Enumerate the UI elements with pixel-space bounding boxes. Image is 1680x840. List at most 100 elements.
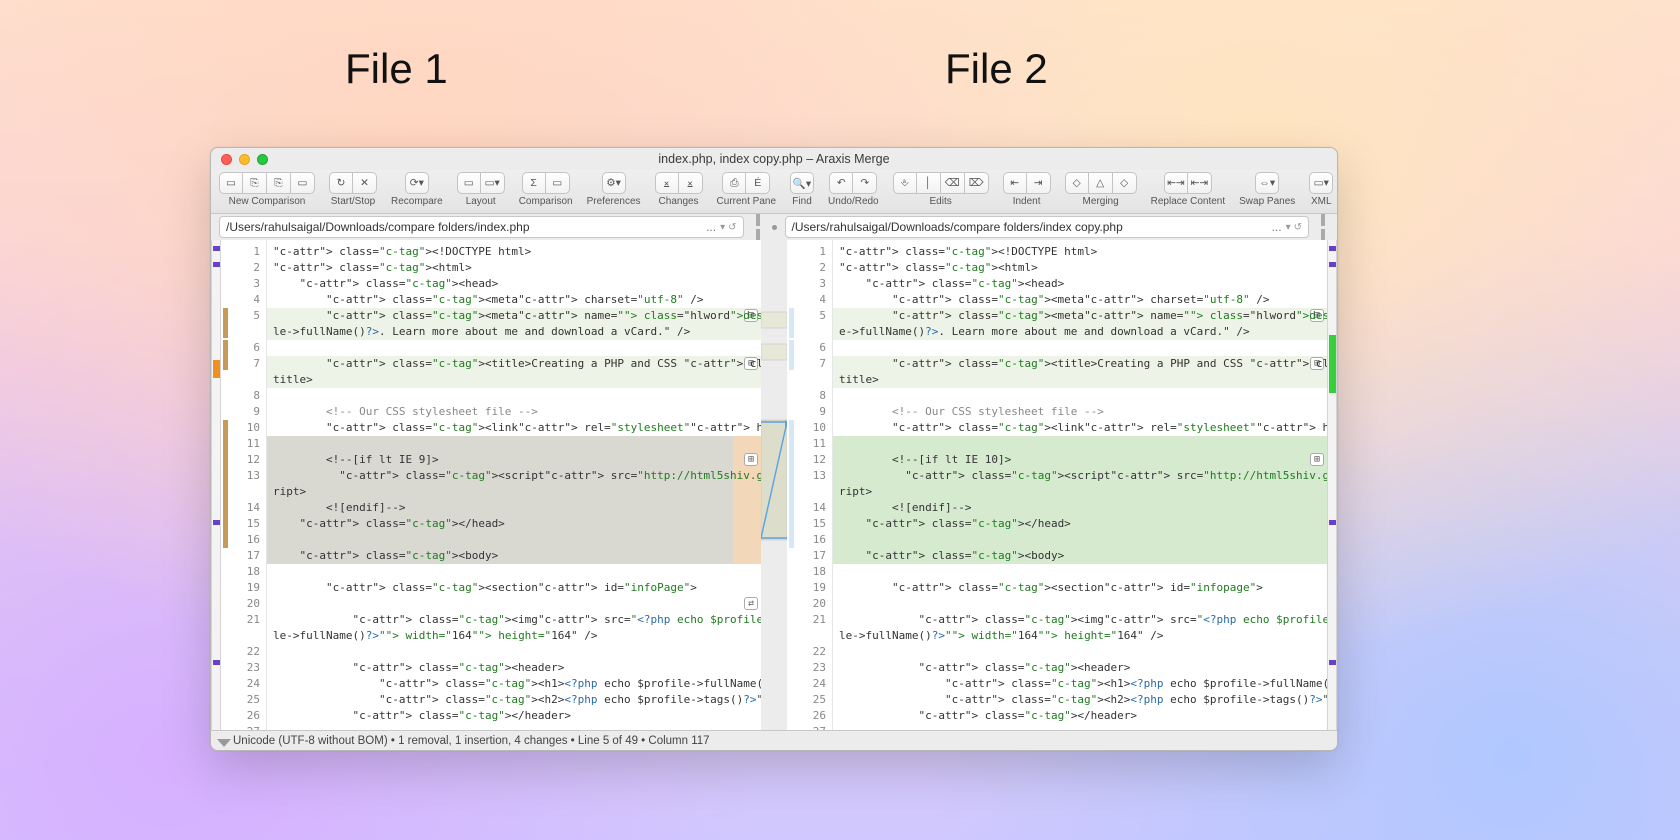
merging-button-1[interactable]: △ bbox=[1089, 172, 1113, 194]
code-line[interactable]: "c-attr"> class="c-tag"><meta"c-attr"> c… bbox=[267, 292, 761, 308]
code-line[interactable]: "c-attr"> class="c-tag"></head> bbox=[833, 516, 1327, 532]
code-line[interactable]: <!--[if lt IE 9]> bbox=[267, 452, 761, 468]
code-line[interactable]: "c-attr"> class="c-tag"><script"c-attr">… bbox=[833, 468, 1327, 484]
comparison-button-1[interactable]: ▭ bbox=[546, 172, 570, 194]
preferences-button-0[interactable]: ⚙▾ bbox=[602, 172, 626, 194]
gutter-right[interactable]: 1234567891011121314151617181920212223242… bbox=[797, 240, 833, 730]
changes-button-1[interactable]: ⨱ bbox=[679, 172, 703, 194]
code-line[interactable]: "c-attr"> class="c-tag"><meta"c-attr"> n… bbox=[833, 308, 1327, 324]
code-line[interactable] bbox=[833, 564, 1327, 580]
changes-button-0[interactable]: ⨱ bbox=[655, 172, 679, 194]
code-line[interactable]: "c-attr"> class="c-tag"><header> bbox=[833, 660, 1327, 676]
code-line[interactable]: <!-- Our CSS stylesheet file --> bbox=[833, 404, 1327, 420]
new-comparison-button-1[interactable]: ⎘ bbox=[243, 172, 267, 194]
disclosure-icon[interactable] bbox=[217, 739, 231, 747]
code-line[interactable]: "c-attr"> class="c-tag"><head> bbox=[833, 276, 1327, 292]
code-line[interactable] bbox=[267, 644, 761, 660]
history-icon[interactable]: ↺ bbox=[728, 222, 736, 233]
code-line[interactable]: "c-attr"> class="c-tag"><section"c-attr"… bbox=[833, 580, 1327, 596]
change-marker-left[interactable] bbox=[221, 240, 231, 730]
left-path-ellipsis[interactable]: ... bbox=[706, 220, 716, 234]
undo-redo-button-1[interactable]: ↷ bbox=[853, 172, 877, 194]
code-line[interactable]: "c-attr"> class="c-tag"><body> bbox=[267, 548, 761, 564]
code-line[interactable]: "c-attr"> class="c-tag"><h1><?php echo $… bbox=[833, 676, 1327, 692]
edits-button-1[interactable]: │ bbox=[917, 172, 941, 194]
code-line[interactable] bbox=[833, 388, 1327, 404]
code-line[interactable]: "c-attr"> class="c-tag"><link"c-attr"> r… bbox=[267, 420, 761, 436]
code-line[interactable]: "c-attr"> class="c-tag"><header> bbox=[267, 660, 761, 676]
code-line[interactable]: title> bbox=[267, 372, 761, 388]
right-path-ellipsis[interactable]: ... bbox=[1272, 220, 1282, 234]
link-handle[interactable] bbox=[1317, 214, 1329, 241]
code-line[interactable]: "c-attr"> class="c-tag"><link"c-attr"> r… bbox=[833, 420, 1327, 436]
code-line[interactable]: "c-attr"> class="c-tag"><html> bbox=[833, 260, 1327, 276]
undo-redo-button-0[interactable]: ↶ bbox=[829, 172, 853, 194]
code-line[interactable]: "c-attr"> class="c-tag"><!DOCTYPE html> bbox=[267, 244, 761, 260]
code-line[interactable] bbox=[833, 644, 1327, 660]
overview-strip-right-outer[interactable] bbox=[1327, 240, 1337, 730]
code-line[interactable]: ript> bbox=[833, 484, 1327, 500]
code-line[interactable]: <!-- Our CSS stylesheet file --> bbox=[267, 404, 761, 420]
code-line[interactable]: "c-attr"> class="c-tag"><h1><?php echo $… bbox=[267, 676, 761, 692]
code-line[interactable]: <![endif]--> bbox=[833, 500, 1327, 516]
recompare-button-0[interactable]: ⟳▾ bbox=[405, 172, 429, 194]
change-marker-right[interactable] bbox=[787, 240, 797, 730]
edits-button-0[interactable]: ⎀ bbox=[893, 172, 917, 194]
code-line[interactable]: "c-attr"> class="c-tag"><h2><?php echo $… bbox=[267, 692, 761, 708]
code-line[interactable] bbox=[267, 564, 761, 580]
start-stop-button-0[interactable]: ↻ bbox=[329, 172, 353, 194]
find-button-0[interactable]: 🔍▾ bbox=[790, 172, 814, 194]
code-line[interactable]: "c-attr"> class="c-tag"></header> bbox=[833, 708, 1327, 724]
code-line[interactable] bbox=[267, 532, 761, 548]
code-line[interactable] bbox=[833, 340, 1327, 356]
code-line[interactable] bbox=[833, 436, 1327, 452]
code-line[interactable]: "c-attr"> class="c-tag"><img"c-attr"> sr… bbox=[833, 612, 1327, 628]
code-line[interactable]: "c-attr"> class="c-tag"><head> bbox=[267, 276, 761, 292]
swap-panes-button-0[interactable]: ⇔▾ bbox=[1255, 172, 1279, 194]
code-line[interactable]: le->fullName()?>. Learn more about me an… bbox=[267, 324, 761, 340]
current-pane-button-1[interactable]: É bbox=[746, 172, 770, 194]
gutter-left[interactable]: 1234567891011121314151617181920212223242… bbox=[231, 240, 267, 730]
link-handle[interactable] bbox=[752, 214, 764, 241]
replace-content-button-0[interactable]: ⇤⇥ bbox=[1164, 172, 1188, 194]
comparison-button-0[interactable]: Σ bbox=[522, 172, 546, 194]
titlebar[interactable]: index.php, index copy.php – Araxis Merge bbox=[211, 148, 1337, 170]
code-line[interactable]: "c-attr"> class="c-tag"><meta"c-attr"> c… bbox=[833, 292, 1327, 308]
code-line[interactable]: "c-attr"> class="c-tag"><title>Creating … bbox=[833, 356, 1327, 372]
left-path-input[interactable]: /Users/rahulsaigal/Downloads/compare fol… bbox=[219, 216, 744, 238]
chevron-down-icon[interactable]: ▾ bbox=[1286, 222, 1291, 233]
history-icon[interactable]: ↺ bbox=[1294, 222, 1302, 233]
code-line[interactable] bbox=[267, 388, 761, 404]
code-line[interactable]: <![endif]--> bbox=[267, 500, 761, 516]
code-line[interactable]: e->fullName()?>. Learn more about me and… bbox=[833, 324, 1327, 340]
indent-button-0[interactable]: ⇤ bbox=[1003, 172, 1027, 194]
code-line[interactable] bbox=[833, 532, 1327, 548]
code-line[interactable] bbox=[267, 436, 761, 452]
code-line[interactable] bbox=[833, 596, 1327, 612]
code-line[interactable]: "c-attr"> class="c-tag"><!DOCTYPE html> bbox=[833, 244, 1327, 260]
new-comparison-button-0[interactable]: ▭ bbox=[219, 172, 243, 194]
edits-button-2[interactable]: ⌫ bbox=[941, 172, 965, 194]
layout-button-0[interactable]: ▭ bbox=[457, 172, 481, 194]
center-connector[interactable] bbox=[761, 240, 787, 730]
code-line[interactable]: "c-attr"> class="c-tag"><section"c-attr"… bbox=[267, 580, 761, 596]
right-path-input[interactable]: /Users/rahulsaigal/Downloads/compare fol… bbox=[785, 216, 1310, 238]
new-comparison-button-3[interactable]: ▭ bbox=[291, 172, 315, 194]
code-line[interactable]: "c-attr"> class="c-tag"><img"c-attr"> sr… bbox=[267, 612, 761, 628]
merging-button-0[interactable]: ◇ bbox=[1065, 172, 1089, 194]
new-comparison-button-2[interactable]: ⎘ bbox=[267, 172, 291, 194]
code-line[interactable] bbox=[267, 596, 761, 612]
start-stop-button-1[interactable]: ✕ bbox=[353, 172, 377, 194]
code-left[interactable]: "c-attr"> class="c-tag"><!DOCTYPE html>"… bbox=[267, 240, 761, 730]
code-line[interactable] bbox=[267, 340, 761, 356]
xml-button-0[interactable]: ▭▾ bbox=[1309, 172, 1333, 194]
merging-button-2[interactable]: ◇ bbox=[1113, 172, 1137, 194]
code-line[interactable]: ript> bbox=[267, 484, 761, 500]
chevron-down-icon[interactable]: ▾ bbox=[720, 222, 725, 233]
indent-button-1[interactable]: ⇥ bbox=[1027, 172, 1051, 194]
layout-button-1[interactable]: ▭▾ bbox=[481, 172, 505, 194]
code-line[interactable]: le->fullName()?>""> width="164""> height… bbox=[267, 628, 761, 644]
code-line[interactable]: le->fullName()?>""> width="164""> height… bbox=[833, 628, 1327, 644]
code-line[interactable]: "c-attr"> class="c-tag"><script"c-attr">… bbox=[267, 468, 761, 484]
code-line[interactable]: "c-attr"> class="c-tag"><html> bbox=[267, 260, 761, 276]
